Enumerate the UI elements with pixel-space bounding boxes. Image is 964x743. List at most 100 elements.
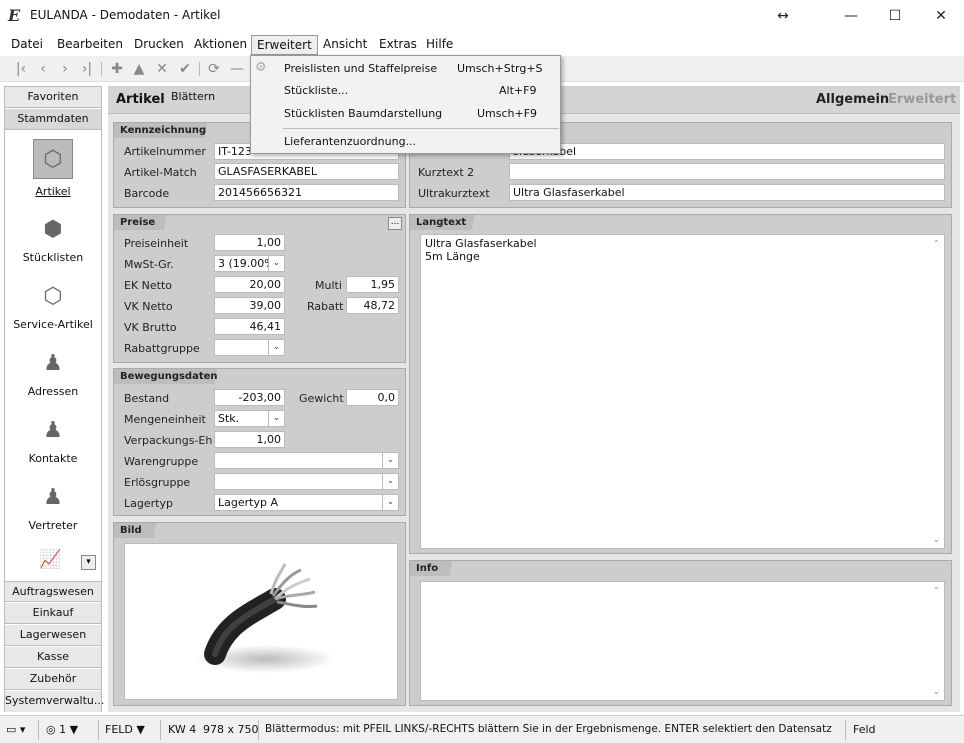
restore-icon[interactable]: ↔ (760, 0, 806, 32)
scrollbar[interactable]: ⌃ ⌄ (930, 582, 944, 700)
preisliste-icon: ⚙ (255, 60, 267, 75)
chart-icon[interactable]: 📈 (39, 549, 61, 570)
nav-item-artikel[interactable]: ⬡ Artikel (5, 139, 101, 198)
kurztext1-field[interactable]: sfaserkabel (509, 143, 945, 160)
refresh-icon[interactable]: ⟳ (205, 60, 223, 78)
tab-allgemein[interactable]: Allgemein (816, 92, 889, 107)
nav-item-kontakte[interactable]: ♟ Kontakte (5, 416, 101, 465)
maximize-button[interactable]: ☐ (872, 0, 918, 32)
tab-erweitert[interactable]: Erweitert (888, 92, 956, 107)
multi-field[interactable]: 1,95 (346, 276, 399, 293)
scrollbar[interactable]: ⌃ ⌄ (930, 235, 944, 548)
window-title: EULANDA - Demodaten - Artikel (30, 8, 221, 22)
menu-item-stueckliste[interactable]: Stückliste... (284, 84, 348, 97)
status-separator (160, 720, 161, 740)
mwst-select[interactable]: 3 (19.00%) ⌄ (214, 255, 285, 272)
nav-tab-favoriten[interactable]: Favoriten (5, 87, 101, 108)
chevron-down-icon[interactable]: ⌄ (382, 453, 398, 468)
nav-item-label: Vertreter (28, 519, 78, 532)
chevron-down-icon[interactable]: ⌄ (382, 474, 398, 489)
nav-item-stuecklisten[interactable]: ⬢ Stücklisten (5, 215, 101, 264)
up-icon[interactable]: ▲ (130, 60, 148, 78)
product-image[interactable] (124, 543, 398, 700)
menu-datei[interactable]: Datei (6, 36, 48, 53)
menu-item-lieferantenzuordnung[interactable]: Lieferantenzuordnung... (284, 135, 416, 148)
nav-tab-kasse[interactable]: Kasse (5, 647, 101, 668)
rabatt-field[interactable]: 48,72 (346, 297, 399, 314)
next-record-icon[interactable]: › (56, 60, 74, 78)
lagertyp-select[interactable]: Lagertyp A ⌄ (214, 494, 399, 511)
label-multi: Multi (315, 279, 342, 292)
gewicht-field[interactable]: 0,0 (346, 389, 399, 406)
delete-icon[interactable]: ✕ (153, 60, 171, 78)
kurztext2-field[interactable] (509, 163, 945, 180)
menu-ansicht[interactable]: Ansicht (318, 36, 372, 53)
langtext-textarea[interactable]: Ultra Glasfaserkabel 5m Länge ⌃ ⌄ (420, 234, 945, 549)
check-icon[interactable]: ✔ (176, 60, 194, 78)
scroll-up-icon[interactable]: ⌃ (933, 584, 940, 597)
mode-label: Blättern (171, 90, 216, 103)
chevron-down-icon[interactable]: ⌄ (382, 495, 398, 510)
close-button[interactable]: ✕ (918, 0, 964, 32)
zoom-selector[interactable]: ◎ 1 ▼ (46, 723, 78, 736)
menu-item-baumdarstellung[interactable]: Stücklisten Baumdarstellung (284, 107, 442, 120)
menu-erweitert[interactable]: Erweitert (251, 35, 318, 55)
nav-tab-lagerwesen[interactable]: Lagerwesen (5, 625, 101, 646)
label-rabattgruppe: Rabattgruppe (124, 342, 200, 355)
scroll-down-icon[interactable]: ⌄ (933, 685, 940, 698)
nav-item-service-artikel[interactable]: ⬡ Service-Artikel (5, 282, 101, 331)
cube-service-icon: ⬡ (43, 284, 63, 309)
window-mode-icon[interactable]: ▭ ▾ (6, 723, 25, 736)
menu-extras[interactable]: Extras (374, 36, 422, 53)
vk-brutto-field[interactable]: 46,41 (214, 318, 285, 335)
ek-netto-field[interactable]: 20,00 (214, 276, 285, 293)
toolbar-separator (101, 62, 102, 76)
bestand-field[interactable]: -203,00 (214, 389, 285, 406)
menu-aktionen[interactable]: Aktionen (189, 36, 252, 53)
label-bestand: Bestand (124, 392, 170, 405)
shortcut-label: Umsch+Strg+S (457, 62, 543, 75)
last-record-icon[interactable]: ›| (78, 60, 96, 78)
field-mode-selector[interactable]: FELD ▼ (105, 723, 145, 736)
more-button[interactable]: ... (388, 217, 402, 230)
menu-hilfe[interactable]: Hilfe (421, 36, 458, 53)
menu-drucken[interactable]: Drucken (129, 36, 189, 53)
nav-dropdown-button[interactable]: ▾ (81, 555, 96, 570)
label-verpackungs-eh: Verpackungs-Eh (124, 434, 213, 447)
erloesgruppe-select[interactable]: ⌄ (214, 473, 399, 490)
ultrakurztext-field[interactable]: Ultra Glasfaserkabel (509, 184, 945, 201)
minimize-button[interactable]: — (828, 0, 874, 32)
minus-icon[interactable]: — (228, 60, 246, 78)
warengruppe-select[interactable]: ⌄ (214, 452, 399, 469)
panel-title: Info (410, 561, 461, 576)
status-separator (38, 720, 39, 740)
mengeneinheit-value: Stk. (218, 412, 240, 425)
nav-tab-zubehoer[interactable]: Zubehör (5, 669, 101, 690)
form-title: Artikel (116, 92, 165, 107)
nav-tab-systemverwaltung[interactable]: Systemverwaltu... (5, 691, 104, 712)
chevron-down-icon[interactable]: ⌄ (268, 411, 284, 426)
nav-item-vertreter[interactable]: ♟ Vertreter (5, 483, 101, 532)
chevron-down-icon[interactable]: ⌄ (268, 256, 284, 271)
menu-bearbeiten[interactable]: Bearbeiten (52, 36, 128, 53)
cube-icon: ⬡ (33, 139, 73, 179)
menu-item-preislisten[interactable]: Preislisten und Staffelpreise (284, 62, 437, 75)
chevron-down-icon[interactable]: ⌄ (268, 340, 284, 355)
scroll-down-icon[interactable]: ⌄ (933, 533, 940, 546)
barcode-field[interactable]: 201456656321 (214, 184, 399, 201)
preiseinheit-field[interactable]: 1,00 (214, 234, 285, 251)
nav-tab-einkauf[interactable]: Einkauf (5, 603, 101, 624)
artikel-match-field[interactable]: GLASFASERKABEL (214, 163, 399, 180)
vk-netto-field[interactable]: 39,00 (214, 297, 285, 314)
nav-item-adressen[interactable]: ♟ Adressen (5, 349, 101, 398)
verpackungs-eh-field[interactable]: 1,00 (214, 431, 285, 448)
info-textarea[interactable]: ⌃ ⌄ (420, 581, 945, 701)
prev-record-icon[interactable]: ‹ (34, 60, 52, 78)
add-icon[interactable]: ✚ (108, 60, 126, 78)
scroll-up-icon[interactable]: ⌃ (933, 237, 940, 250)
nav-tab-auftragswesen[interactable]: Auftragswesen (5, 581, 101, 602)
rabattgruppe-select[interactable]: ⌄ (214, 339, 285, 356)
nav-tab-stammdaten[interactable]: Stammdaten (5, 109, 101, 130)
first-record-icon[interactable]: |‹ (12, 60, 30, 78)
mengeneinheit-select[interactable]: Stk. ⌄ (214, 410, 285, 427)
